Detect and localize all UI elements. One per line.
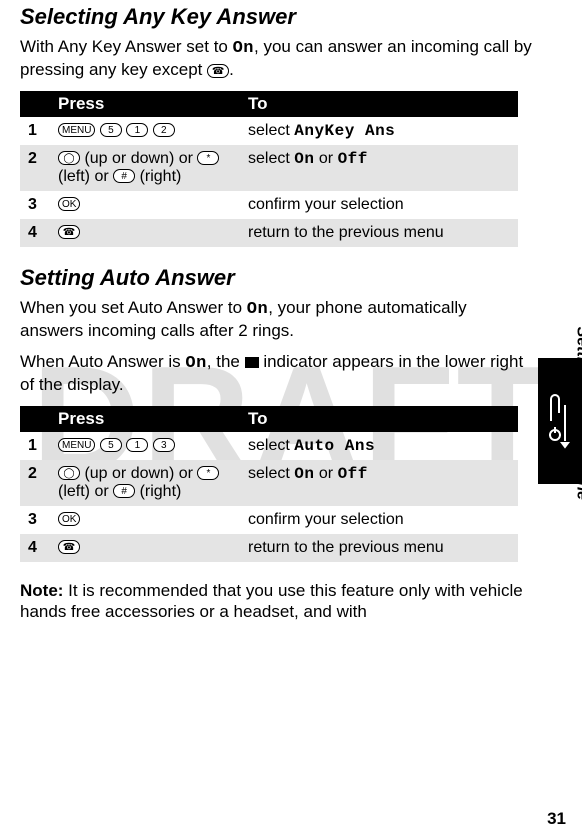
table-row: 1 MENU 5 1 3 select Auto Ans [20,432,518,460]
step-num: 2 [20,460,50,506]
text: When Auto Answer is [20,352,185,371]
menu-key-icon: MENU [58,123,95,137]
page-number: 31 [547,809,566,829]
table-auto-answer: Press To 1 MENU 5 1 3 select Auto Ans 2 … [20,406,518,562]
text: (right) [135,483,181,500]
to-cell: return to the previous menu [240,534,518,562]
to-cell: return to the previous menu [240,219,518,247]
key-5-icon: 5 [100,438,122,452]
text: (right) [135,168,181,185]
ok-key-icon: OK [58,512,80,526]
para-auto-1: When you set Auto Answer to On, your pho… [20,297,534,342]
press-cell: OK [50,191,240,219]
key-1-icon: 1 [126,438,148,452]
table-row: 2 ◯ (up or down) or * (left) or # (right… [20,145,518,191]
para-auto-2: When Auto Answer is On, the indicator ap… [20,351,534,396]
intro-any-key: With Any Key Answer set to On, you can a… [20,36,534,81]
table-row: 3 OK confirm your selection [20,191,518,219]
text: select [248,437,294,454]
note-text: It is recommended that you use this feat… [20,581,523,621]
menu-key-icon: MENU [58,438,95,452]
th-press: Press [50,91,240,117]
text: , the [207,352,245,371]
press-cell: MENU 5 1 2 [50,117,240,145]
ok-key-icon: OK [58,197,80,211]
press-cell: ◯ (up or down) or * (left) or # (right) [50,145,240,191]
lcd-on: On [294,465,314,483]
key-5-icon: 5 [100,123,122,137]
table-row: 4 ☎ return to the previous menu [20,534,518,562]
step-num: 4 [20,534,50,562]
indicator-icon [245,357,259,368]
nav-key-icon: ◯ [58,151,80,165]
heading-any-key-answer: Selecting Any Key Answer [20,4,534,30]
lcd-off: Off [338,150,368,168]
lcd-on: On [185,354,206,373]
to-cell: confirm your selection [240,191,518,219]
nav-key-icon: ◯ [58,466,80,480]
end-key-icon: ☎ [207,64,229,78]
text: (up or down) or [80,150,197,167]
end-key-icon: ☎ [58,225,80,239]
to-cell: select On or Off [240,460,518,506]
lcd-off: Off [338,465,368,483]
text: (left) or [58,168,113,185]
to-cell: confirm your selection [240,506,518,534]
to-cell: select AnyKey Ans [240,117,518,145]
th-blank [20,406,50,432]
end-key-icon: ☎ [58,540,80,554]
table-header-row: Press To [20,91,518,117]
table-header-row: Press To [20,406,518,432]
text: . [229,60,234,79]
table-row: 1 MENU 5 1 2 select AnyKey Ans [20,117,518,145]
star-key-icon: * [197,151,219,165]
text: select [248,465,294,482]
press-cell: ☎ [50,219,240,247]
th-blank [20,91,50,117]
step-num: 1 [20,432,50,460]
step-num: 1 [20,117,50,145]
step-num: 2 [20,145,50,191]
press-cell: MENU 5 1 3 [50,432,240,460]
key-2-icon: 2 [153,123,175,137]
press-cell: ◯ (up or down) or * (left) or # (right) [50,460,240,506]
text: When you set Auto Answer to [20,298,247,317]
hash-key-icon: # [113,484,135,498]
to-cell: select On or Off [240,145,518,191]
key-3-icon: 3 [153,438,175,452]
th-to: To [240,406,518,432]
th-press: Press [50,406,240,432]
note-paragraph: Note: It is recommended that you use thi… [20,580,534,623]
th-to: To [240,91,518,117]
text: select [248,150,294,167]
heading-auto-answer: Setting Auto Answer [20,265,534,291]
lcd-on: On [247,300,268,319]
text: or [314,465,337,482]
step-num: 3 [20,506,50,534]
lcd-value: Auto Ans [294,437,375,455]
text: (up or down) or [80,465,197,482]
text: or [314,150,337,167]
lcd-on: On [294,150,314,168]
star-key-icon: * [197,466,219,480]
key-1-icon: 1 [126,123,148,137]
press-cell: OK [50,506,240,534]
text: (left) or [58,483,113,500]
lcd-on: On [233,39,254,58]
press-cell: ☎ [50,534,240,562]
note-label: Note: [20,581,63,600]
table-any-key: Press To 1 MENU 5 1 2 select AnyKey Ans … [20,91,518,247]
lcd-value: AnyKey Ans [294,122,395,140]
table-row: 4 ☎ return to the previous menu [20,219,518,247]
table-row: 2 ◯ (up or down) or * (left) or # (right… [20,460,518,506]
table-row: 3 OK confirm your selection [20,506,518,534]
text: With Any Key Answer set to [20,37,233,56]
step-num: 3 [20,191,50,219]
text: select [248,122,294,139]
hash-key-icon: # [113,169,135,183]
step-num: 4 [20,219,50,247]
to-cell: select Auto Ans [240,432,518,460]
